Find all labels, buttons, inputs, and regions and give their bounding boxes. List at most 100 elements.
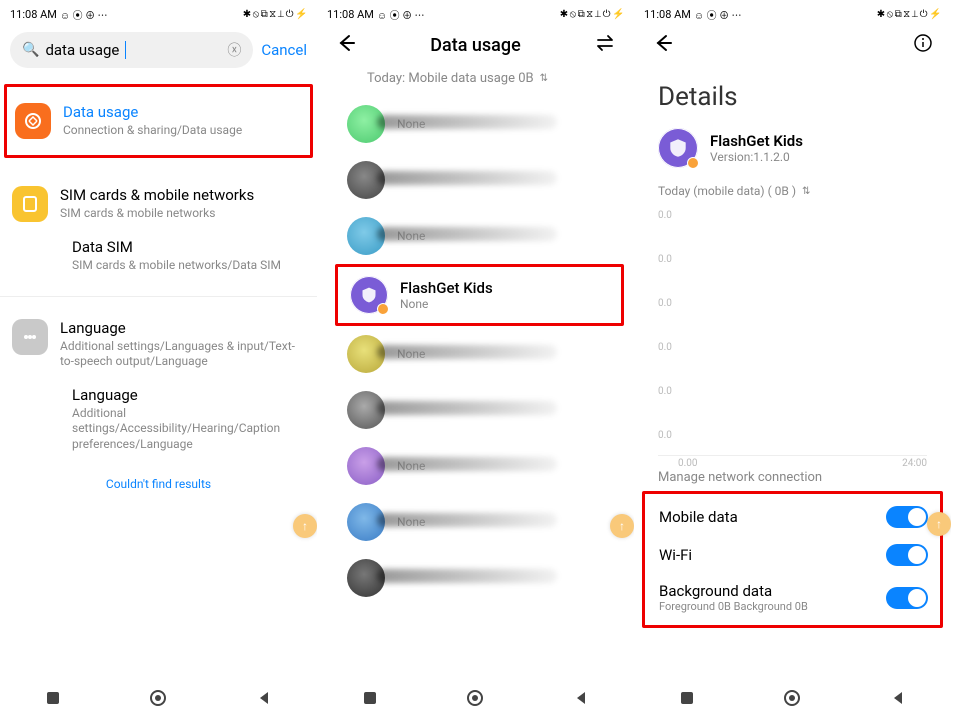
hint-button[interactable]: ↑ xyxy=(927,512,951,536)
hint-button[interactable]: ↑ xyxy=(293,514,317,538)
status-time: 11:08 AM xyxy=(10,8,57,21)
back-button[interactable] xyxy=(888,688,908,708)
app-list: None None FlashGet Kids None xyxy=(317,92,634,606)
back-arrow-icon[interactable] xyxy=(335,32,357,59)
recent-apps-button[interactable] xyxy=(43,688,63,708)
result-title: Language xyxy=(60,319,305,337)
panel-search: 11:08 AM ☺ ⦿ ⊕ ⋯ ✱ ⦸ ⧉ ⧖ ⟂ ⏻ ⚡ 🔍 data us… xyxy=(0,0,317,718)
app-icon xyxy=(347,559,385,597)
search-input[interactable]: 🔍 data usage ⓧ xyxy=(10,32,253,68)
app-icon xyxy=(347,105,385,143)
filter-dropdown[interactable]: Today: Mobile data usage 0B ⇅ xyxy=(317,63,634,92)
toggle-mobile-data[interactable]: Mobile data xyxy=(659,498,928,536)
back-arrow-icon[interactable] xyxy=(652,32,674,58)
toggle-background-data[interactable]: Background data Foreground 0B Background… xyxy=(659,574,928,621)
android-nav-bar xyxy=(0,678,317,718)
android-nav-bar xyxy=(634,678,951,718)
filter-label: Today (mobile data) ( 0B ) xyxy=(658,184,796,198)
status-right-icons: ✱ ⦸ ⧉ ⧖ ⟂ ⏻ ⚡ xyxy=(243,9,307,20)
result-sim-cards[interactable]: SIM cards & mobile networks SIM cards & … xyxy=(12,178,305,230)
y-tick: 0.0 xyxy=(658,386,672,397)
no-results-link[interactable]: Couldn't find results xyxy=(12,477,305,491)
app-row-blurred[interactable] xyxy=(317,382,634,438)
y-tick: 0.0 xyxy=(658,298,672,309)
switch-on[interactable] xyxy=(886,544,928,566)
search-value: data usage xyxy=(45,41,119,59)
y-tick: 0.0 xyxy=(658,210,672,221)
status-left-icons: ☺ ⦿ ⊕ ⋯ xyxy=(694,7,742,22)
result-language-tts[interactable]: Language Additional settings/Languages &… xyxy=(12,311,305,378)
flashget-icon xyxy=(350,276,388,314)
status-bar: 11:08 AM ☺ ⦿ ⊕ ⋯ ✱ ⦸ ⧉ ⧖ ⟂ ⏻ ⚡ xyxy=(0,0,317,26)
usage-chart: 0.0 0.0 0.0 0.0 0.0 0.0 0.00 24:00 xyxy=(658,206,927,456)
swap-icon[interactable] xyxy=(594,32,616,59)
app-row-blurred[interactable]: None xyxy=(317,326,634,382)
recent-apps-button[interactable] xyxy=(360,688,380,708)
app-icon xyxy=(347,217,385,255)
toggle-sub: Foreground 0B Background 0B xyxy=(659,600,808,613)
status-bar: 11:08 AM ☺ ⦿ ⊕ ⋯ ✱ ⦸ ⧉ ⧖ ⟂ ⏻ ⚡ xyxy=(317,0,634,26)
back-button[interactable] xyxy=(254,688,274,708)
app-row-blurred[interactable]: None xyxy=(317,96,634,152)
app-icon xyxy=(347,391,385,429)
result-path: Additional settings/Languages & input/Te… xyxy=(60,339,305,370)
app-row-flashget[interactable]: FlashGet Kids None xyxy=(338,267,621,323)
app-row-blurred[interactable] xyxy=(317,550,634,606)
app-icon xyxy=(347,161,385,199)
app-icon xyxy=(347,503,385,541)
app-row-blurred[interactable]: None xyxy=(317,438,634,494)
status-right-icons: ✱ ⦸ ⧉ ⧖ ⟂ ⏻ ⚡ xyxy=(560,9,624,20)
switch-on[interactable] xyxy=(886,506,928,528)
app-row-blurred[interactable]: None xyxy=(317,208,634,264)
info-icon[interactable] xyxy=(913,33,933,57)
sim-icon xyxy=(12,186,48,222)
status-bar: 11:08 AM ☺ ⦿ ⊕ ⋯ ✱ ⦸ ⧉ ⧖ ⟂ ⏻ ⚡ xyxy=(634,0,951,26)
result-data-usage[interactable]: Data usage Connection & sharing/Data usa… xyxy=(15,95,302,147)
data-usage-icon xyxy=(15,103,51,139)
back-button[interactable] xyxy=(571,688,591,708)
toggle-label: Background data xyxy=(659,582,808,600)
result-data-sim[interactable]: Data SIM SIM cards & mobile networks/Dat… xyxy=(12,230,305,290)
y-tick: 0.0 xyxy=(658,430,672,441)
panel-data-usage: 11:08 AM ☺ ⦿ ⊕ ⋯ ✱ ⦸ ⧉ ⧖ ⟂ ⏻ ⚡ Data usag… xyxy=(317,0,634,718)
app-row-blurred[interactable] xyxy=(317,152,634,208)
divider xyxy=(0,296,317,297)
toggle-label: Wi-Fi xyxy=(659,546,692,564)
home-button[interactable] xyxy=(465,688,485,708)
result-path: Connection & sharing/Data usage xyxy=(63,123,242,139)
app-icon xyxy=(347,447,385,485)
switch-on[interactable] xyxy=(886,587,928,609)
highlight-toggles: Mobile data Wi-Fi Background data Foregr… xyxy=(642,491,943,628)
result-title: Data usage xyxy=(63,103,242,121)
x-tick: 0.00 xyxy=(678,458,698,469)
app-icon xyxy=(347,335,385,373)
result-language-caption[interactable]: Language Additional settings/Accessibili… xyxy=(12,378,305,469)
badge-icon xyxy=(377,303,389,315)
text-cursor xyxy=(125,41,126,59)
clear-icon[interactable]: ⓧ xyxy=(227,40,241,60)
app-row-blurred[interactable]: None xyxy=(317,494,634,550)
chevron-updown-icon: ⇅ xyxy=(540,73,548,84)
panel-details: 11:08 AM ☺ ⦿ ⊕ ⋯ ✱ ⦸ ⧉ ⧖ ⟂ ⏻ ⚡ Details F… xyxy=(634,0,951,718)
flashget-icon xyxy=(658,128,698,168)
hint-button[interactable]: ↑ xyxy=(610,514,634,538)
result-title: SIM cards & mobile networks xyxy=(60,186,254,204)
y-tick: 0.0 xyxy=(658,254,672,265)
filter-label: Today: Mobile data usage 0B xyxy=(367,71,534,86)
status-time: 11:08 AM xyxy=(327,8,374,21)
toggle-wifi[interactable]: Wi-Fi xyxy=(659,536,928,574)
page-header: Data usage xyxy=(317,26,634,63)
app-name: FlashGet Kids xyxy=(710,132,803,150)
recent-apps-button[interactable] xyxy=(677,688,697,708)
language-icon xyxy=(12,319,48,355)
result-title: Language xyxy=(72,386,293,404)
home-button[interactable] xyxy=(782,688,802,708)
home-button[interactable] xyxy=(148,688,168,708)
highlight-search-result: Data usage Connection & sharing/Data usa… xyxy=(4,84,313,158)
x-tick: 24:00 xyxy=(902,458,927,469)
filter-dropdown[interactable]: Today (mobile data) ( 0B ) ⇅ xyxy=(634,174,951,202)
cancel-button[interactable]: Cancel xyxy=(261,41,307,59)
app-usage: None xyxy=(400,297,493,311)
result-path: SIM cards & mobile networks/Data SIM xyxy=(72,258,293,274)
chevron-updown-icon: ⇅ xyxy=(802,186,810,197)
